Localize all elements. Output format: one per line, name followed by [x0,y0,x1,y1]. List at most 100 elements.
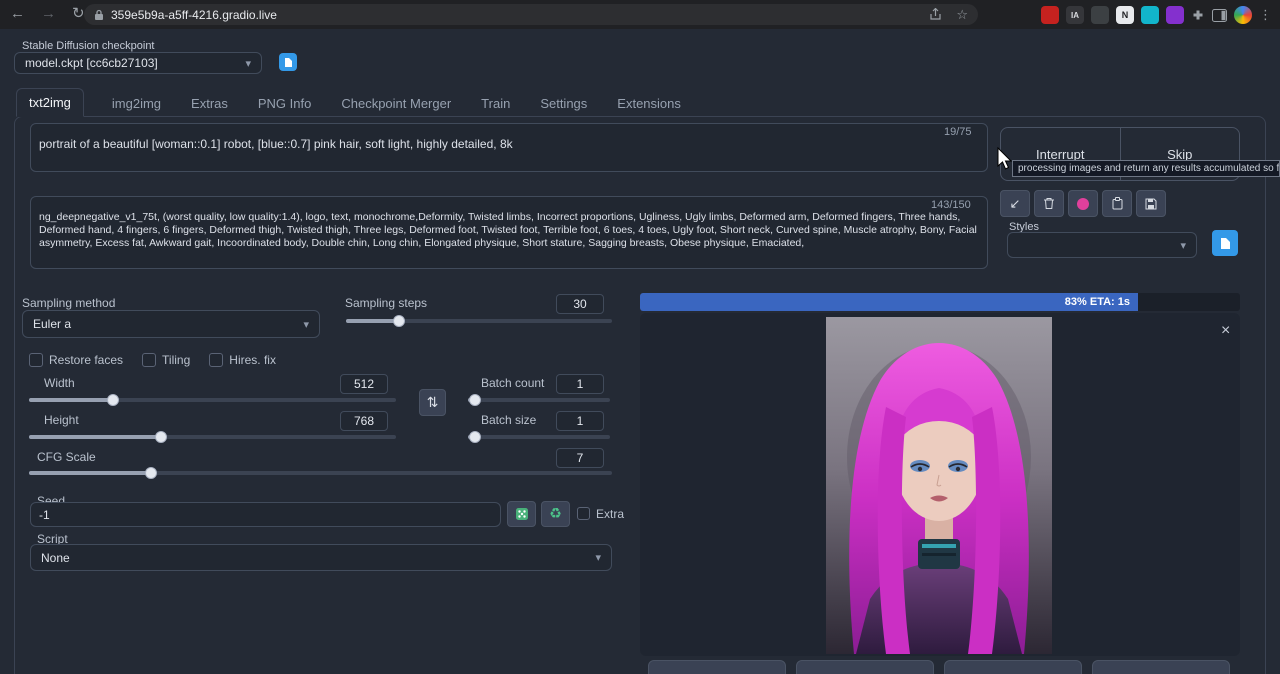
tab-txt2img[interactable]: txt2img [16,88,84,117]
bookmark-star-icon[interactable]: ☆ [956,4,968,26]
checkpoint-dropdown[interactable]: model.ckpt [cc6cb27103] ▾ [14,52,262,74]
chevron-down-icon: ▾ [1180,239,1186,252]
script-dropdown[interactable]: None ▾ [30,544,612,571]
random-seed-button[interactable] [507,501,536,527]
sampling-steps-value[interactable]: 30 [556,294,604,314]
width-label: Width [44,376,75,390]
address-bar[interactable]: 359e5b9a-a5ff-4216.gradio.live ☆ [84,4,978,25]
slider-handle[interactable] [155,431,167,443]
clear-prompt-button[interactable] [1034,190,1064,217]
profile-avatar[interactable] [1234,6,1252,24]
tiling-label: Tiling [162,353,190,367]
slider-handle[interactable] [469,394,481,406]
extension-icon[interactable] [1166,6,1184,24]
output-toolbar-button[interactable] [648,660,786,674]
negative-prompt-input[interactable]: ng_deepnegative_v1_75t, (worst quality, … [30,196,988,269]
reuse-seed-button[interactable]: ♻ [541,501,570,527]
cfg-scale-slider[interactable] [29,471,612,475]
extension-icon[interactable]: N [1116,6,1134,24]
hires-fix-label: Hires. fix [229,353,276,367]
seed-input[interactable]: -1 [30,502,501,527]
checkpoint-label: Stable Diffusion checkpoint [22,40,155,52]
restore-faces-checkbox[interactable] [29,353,43,367]
page-icon [1220,237,1231,250]
height-value[interactable]: 768 [340,411,388,431]
trash-icon [1043,197,1055,210]
checkpoint-refresh-button[interactable] [279,53,297,71]
tab-png-info[interactable]: PNG Info [256,90,313,117]
height-label: Height [44,413,79,427]
url-text: 359e5b9a-a5ff-4216.gradio.live [111,8,277,22]
slider-handle[interactable] [469,431,481,443]
tab-checkpoint-merger[interactable]: Checkpoint Merger [339,90,453,117]
close-preview-icon[interactable]: × [1221,322,1230,340]
swap-dimensions-button[interactable]: ⇅ [419,389,446,416]
sampling-method-dropdown[interactable]: Euler a ▾ [22,310,320,338]
tab-img2img[interactable]: img2img [110,90,163,117]
width-slider[interactable] [29,398,396,402]
puzzle-extensions-icon[interactable] [1191,8,1205,22]
recycle-icon: ♻ [549,506,562,522]
sampling-steps-slider[interactable] [346,319,612,323]
output-toolbar-button[interactable] [796,660,934,674]
chevron-down-icon: ▾ [595,551,601,564]
styles-dropdown[interactable]: ▾ [1007,232,1197,258]
arrow-down-left-icon: ↙ [1010,196,1021,212]
batch-size-slider[interactable] [468,435,610,439]
sampling-steps-label: Sampling steps [345,296,427,310]
tab-extensions[interactable]: Extensions [615,90,683,117]
cfg-scale-label: CFG Scale [37,450,96,464]
side-panel-icon[interactable] [1212,9,1227,22]
batch-size-value[interactable]: 1 [556,411,604,431]
progress-text: 83% ETA: 1s [1065,296,1130,308]
progress-fill: 83% ETA: 1s [640,293,1138,311]
output-toolbar-button[interactable] [1092,660,1230,674]
extra-seed-checkbox[interactable] [577,507,590,520]
app-root: ← → ↻ 359e5b9a-a5ff-4216.gradio.live ☆ I… [0,0,1280,674]
browser-toolbar: ← → ↻ 359e5b9a-a5ff-4216.gradio.live ☆ I… [0,0,1280,29]
prompt-token-counter: 19/75 [944,126,972,138]
prompt-input[interactable]: portrait of a beautiful [woman::0.1] rob… [30,123,988,172]
extension-icon[interactable] [1091,6,1109,24]
back-icon[interactable]: ← [10,3,25,25]
width-value[interactable]: 512 [340,374,388,394]
swap-arrows-icon: ⇅ [427,394,439,411]
apply-style-button[interactable] [1102,190,1132,217]
checkpoint-value: model.ckpt [cc6cb27103] [25,56,158,70]
batch-size-label: Batch size [481,413,536,427]
extension-icon[interactable] [1041,6,1059,24]
save-style-button[interactable] [1136,190,1166,217]
extension-icon[interactable]: IA [1066,6,1084,24]
tiling-checkbox[interactable] [142,353,156,367]
chevron-down-icon: ▾ [303,318,309,331]
paste-params-button[interactable]: ↙ [1000,190,1030,217]
sampling-method-label: Sampling method [22,296,115,310]
save-icon [1145,198,1157,210]
hires-fix-checkbox[interactable] [209,353,223,367]
reload-icon[interactable]: ↻ [72,3,85,25]
dice-icon [515,507,529,521]
cfg-scale-value[interactable]: 7 [556,448,604,468]
tab-settings[interactable]: Settings [538,90,589,117]
output-toolbar-button[interactable] [944,660,1082,674]
batch-count-label: Batch count [481,376,544,390]
tab-extras[interactable]: Extras [189,90,230,117]
batch-count-slider[interactable] [468,398,610,402]
restore-faces-label: Restore faces [49,353,123,367]
chevron-down-icon: ▾ [245,57,251,70]
height-slider[interactable] [29,435,396,439]
browser-menu-icon[interactable]: ⋮ [1259,4,1272,26]
extra-networks-button[interactable] [1068,190,1098,217]
extension-icon[interactable] [1141,6,1159,24]
forward-icon[interactable]: → [41,3,56,25]
batch-count-value[interactable]: 1 [556,374,604,394]
sampling-method-value: Euler a [33,317,71,331]
share-icon[interactable] [929,8,942,21]
tab-train[interactable]: Train [479,90,512,117]
site-lock-icon [94,9,104,21]
clipboard-icon [1112,197,1123,210]
page-icon [284,57,293,68]
generated-image[interactable] [826,317,1052,654]
styles-refresh-button[interactable] [1212,230,1238,256]
extra-seed-label: Extra [596,507,624,521]
